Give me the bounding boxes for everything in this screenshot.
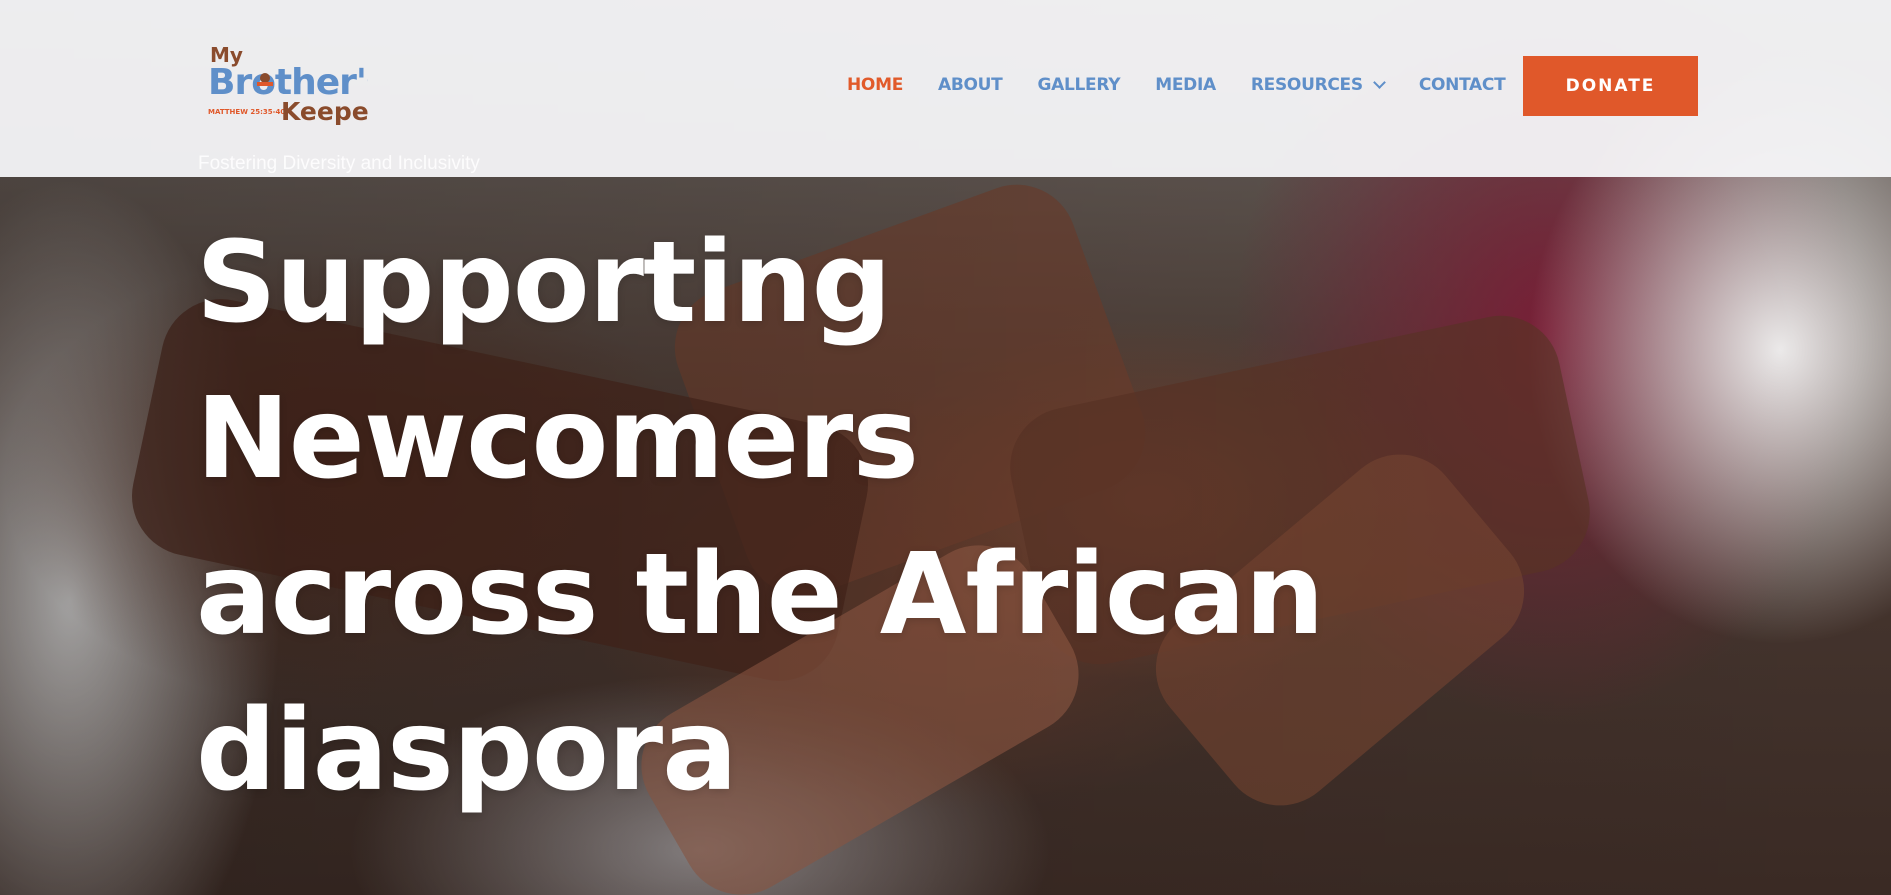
hero-heading-line: diaspora (196, 686, 738, 816)
hero-heading-line: Supporting Newcomers (196, 218, 919, 504)
nav-item-contact[interactable]: CONTACT (1419, 75, 1506, 95)
nav-item-label: ABOUT (938, 75, 1003, 95)
site-tagline: Fostering Diversity and Inclusivity (198, 153, 480, 174)
hero-heading-line: across the African (196, 530, 1324, 660)
site-logo[interactable]: My Brother's MATTHEW 25:35-40 Keeper (208, 43, 387, 126)
nav-item-label: HOME (847, 75, 904, 95)
nav-item-label: MEDIA (1155, 75, 1216, 95)
nav-item-label: RESOURCES (1250, 75, 1363, 95)
logo-line3: Keeper (281, 97, 368, 126)
main-nav: HOME ABOUT GALLERY MEDIA RESOURCES CONTA… (847, 73, 1540, 97)
page: My Brother's MATTHEW 25:35-40 Keeper HOM… (0, 0, 1891, 895)
nav-item-home[interactable]: HOME (847, 75, 903, 95)
nav-item-label: GALLERY (1037, 75, 1121, 95)
hero-heading: Supporting Newcomers across the African … (196, 205, 1646, 829)
logo-mark: My Brother's MATTHEW 25:35-40 Keeper (208, 43, 387, 126)
logo-dash-icon (257, 82, 273, 86)
chevron-down-icon[interactable] (1372, 76, 1386, 89)
donate-button[interactable]: DONATE (1523, 56, 1698, 116)
logo-verse: MATTHEW 25:35-40 (208, 108, 285, 116)
nav-item-about[interactable]: ABOUT (938, 75, 1003, 95)
nav-item-media[interactable]: MEDIA (1155, 75, 1216, 95)
site-header: My Brother's MATTHEW 25:35-40 Keeper HOM… (0, 0, 1891, 177)
nav-item-gallery[interactable]: GALLERY (1037, 75, 1120, 95)
nav-item-label: CONTACT (1418, 75, 1506, 95)
logo-dot-icon (260, 73, 270, 83)
nav-item-resources[interactable]: RESOURCES (1250, 75, 1386, 95)
